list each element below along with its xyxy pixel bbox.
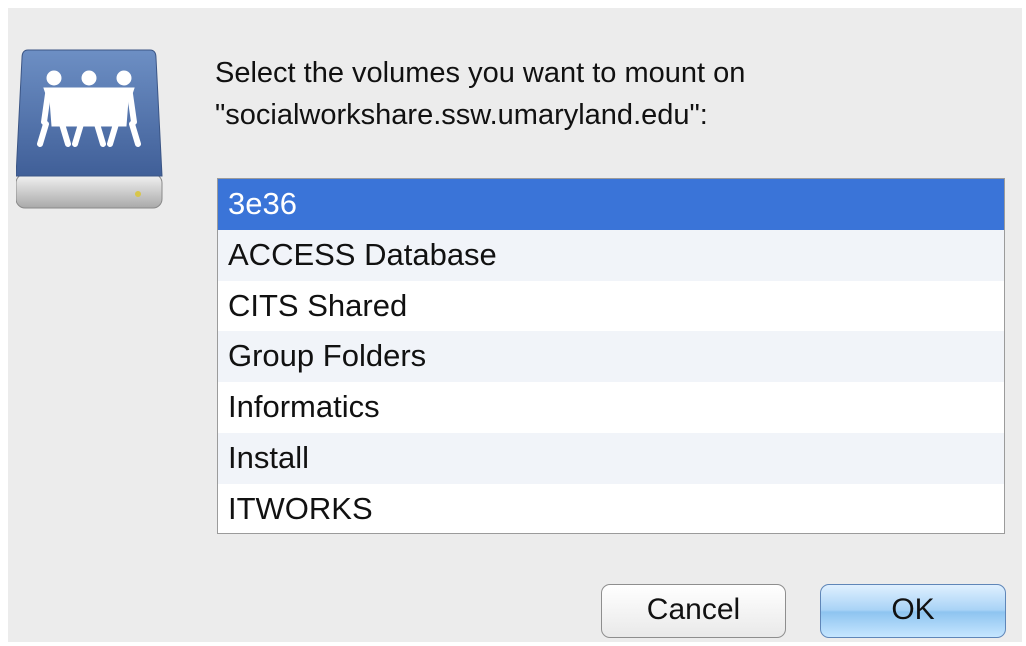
ok-button[interactable]: OK — [820, 584, 1006, 638]
dialog-prompt: Select the volumes you want to mount on … — [215, 52, 1005, 136]
volume-list[interactable]: 3e36 ACCESS Database CITS Shared Group F… — [217, 178, 1005, 534]
list-item[interactable]: ITWORKS — [218, 484, 1004, 533]
prompt-line-1: Select the volumes you want to mount on — [215, 57, 746, 89]
list-item[interactable]: CITS Shared — [218, 281, 1004, 332]
network-share-drive-icon — [15, 48, 164, 210]
list-item[interactable]: ACCESS Database — [218, 229, 1004, 281]
mount-volumes-dialog: Select the volumes you want to mount on … — [8, 8, 1022, 642]
prompt-server-name: "socialworkshare.ssw.umaryland.edu": — [215, 99, 708, 131]
list-item[interactable]: Install — [218, 432, 1004, 484]
cancel-button[interactable]: Cancel — [601, 584, 786, 638]
list-item[interactable]: Informatics — [218, 382, 1004, 433]
list-item[interactable]: 3e36 — [218, 179, 1004, 230]
list-item[interactable]: Group Folders — [218, 331, 1004, 383]
